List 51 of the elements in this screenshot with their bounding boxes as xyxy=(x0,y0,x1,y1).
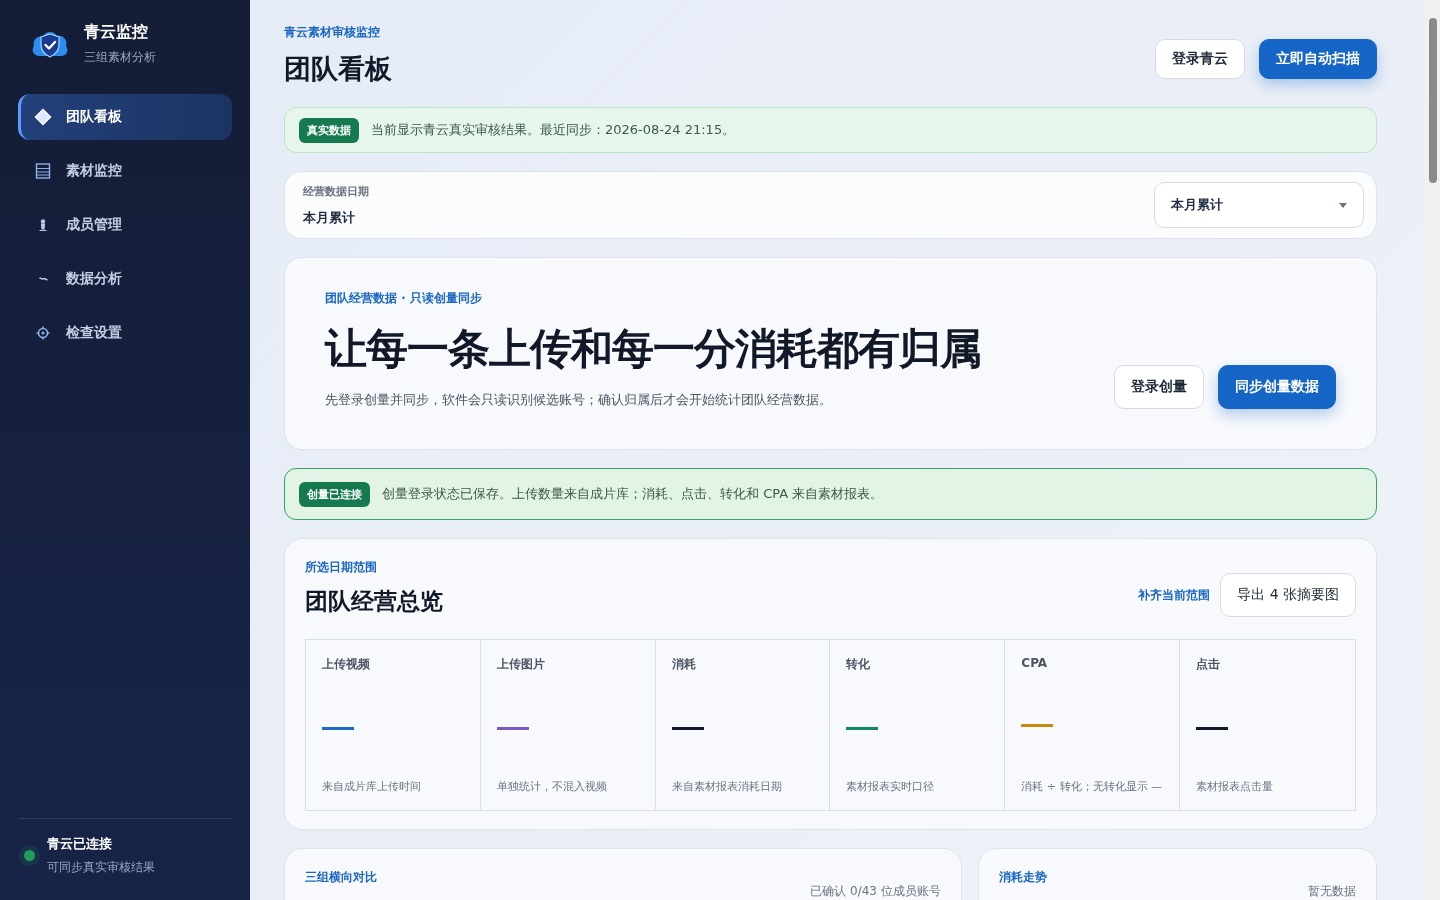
page-eyebrow: 青云素材审核监控 xyxy=(284,24,381,41)
fill-range-link[interactable]: 补齐当前范围 xyxy=(1138,586,1211,604)
metric-label: CPA xyxy=(1021,656,1048,670)
overview-eyebrow: 所选日期范围 xyxy=(305,559,378,576)
hero-button[interactable]: 同步创量数据 xyxy=(1218,365,1336,409)
sidebar-item[interactable]: 素材监控 xyxy=(18,148,232,194)
trend-icon xyxy=(38,277,48,281)
sidebar-item[interactable]: 成员管理 xyxy=(18,202,232,248)
hero-title: 让每一条上传和每一分消耗都有归属 xyxy=(325,323,981,375)
connection-status: 青云已连接 xyxy=(47,835,113,853)
metric-label: 点击 xyxy=(1196,656,1221,673)
metric-note: 消耗 ÷ 转化；无转化显示 — xyxy=(1021,779,1163,794)
metric-label: 消耗 xyxy=(671,656,696,673)
app-subtitle: 三组素材分析 xyxy=(84,49,156,66)
app-title: 青云监控 xyxy=(84,22,149,43)
hero-button[interactable]: 登录创量 xyxy=(1114,365,1204,409)
metric-note: 来自素材报表消耗日期 xyxy=(671,779,782,794)
hero-eyebrow: 团队经营数据 · 只读创量同步 xyxy=(325,290,483,307)
section-eyebrow: 消耗走势 xyxy=(998,869,1047,886)
metric-note: 单独统计，不混入视频 xyxy=(496,779,607,794)
metric-note: 素材报表点击量 xyxy=(1196,779,1274,794)
hero-description: 先登录创量并同步，软件会只读识别候选账号；确认归属后才会开始统计团队经营数据。 xyxy=(325,391,833,409)
metric-label: 转化 xyxy=(846,656,871,673)
scrollbar[interactable] xyxy=(1425,0,1440,900)
date-value: 本月累计 xyxy=(303,208,356,227)
page-title: 团队看板 xyxy=(284,52,392,86)
notice-text: 当前显示青云真实审核结果。最近同步：2026-08-24 21:15。 xyxy=(371,121,736,139)
connection-note: 可同步真实审核结果 xyxy=(47,859,155,876)
header-button[interactable]: 立即自动扫描 xyxy=(1259,39,1377,79)
export-button[interactable]: 导出 4 张摘要图 xyxy=(1220,573,1356,617)
metric-label: 上传图片 xyxy=(496,656,545,673)
diamond-icon xyxy=(34,108,52,126)
section-meta: 已确认 0/43 位成员账号 xyxy=(810,883,941,900)
overview-title: 团队经营总览 xyxy=(305,587,443,616)
list-icon xyxy=(34,162,52,180)
metric-label: 上传视频 xyxy=(322,656,370,673)
metric-note: 素材报表实时口径 xyxy=(846,779,935,794)
date-label: 经营数据日期 xyxy=(303,183,369,199)
header-button[interactable]: 登录青云 xyxy=(1155,39,1245,79)
connection-text: 创量登录状态已保存。上传数量来自成片库；消耗、点击、转化和 CPA 来自素材报表。 xyxy=(382,485,884,503)
metric-note: 来自成片库上传时间 xyxy=(322,779,421,794)
sidebar-item[interactable]: 检查设置 xyxy=(18,310,232,356)
sidebar-item[interactable]: 团队看板 xyxy=(18,94,232,140)
sidebar-item[interactable]: 数据分析 xyxy=(18,256,232,302)
settings-icon xyxy=(34,324,52,342)
date-select[interactable]: 本月累计 xyxy=(1154,182,1364,228)
data-badge: 真实数据 xyxy=(299,117,359,143)
caret-icon xyxy=(1339,202,1347,208)
section-eyebrow: 三组横向对比 xyxy=(305,869,377,886)
connection-badge: 创量已连接 xyxy=(299,481,370,507)
section-meta: 暂无数据 xyxy=(1308,883,1356,900)
